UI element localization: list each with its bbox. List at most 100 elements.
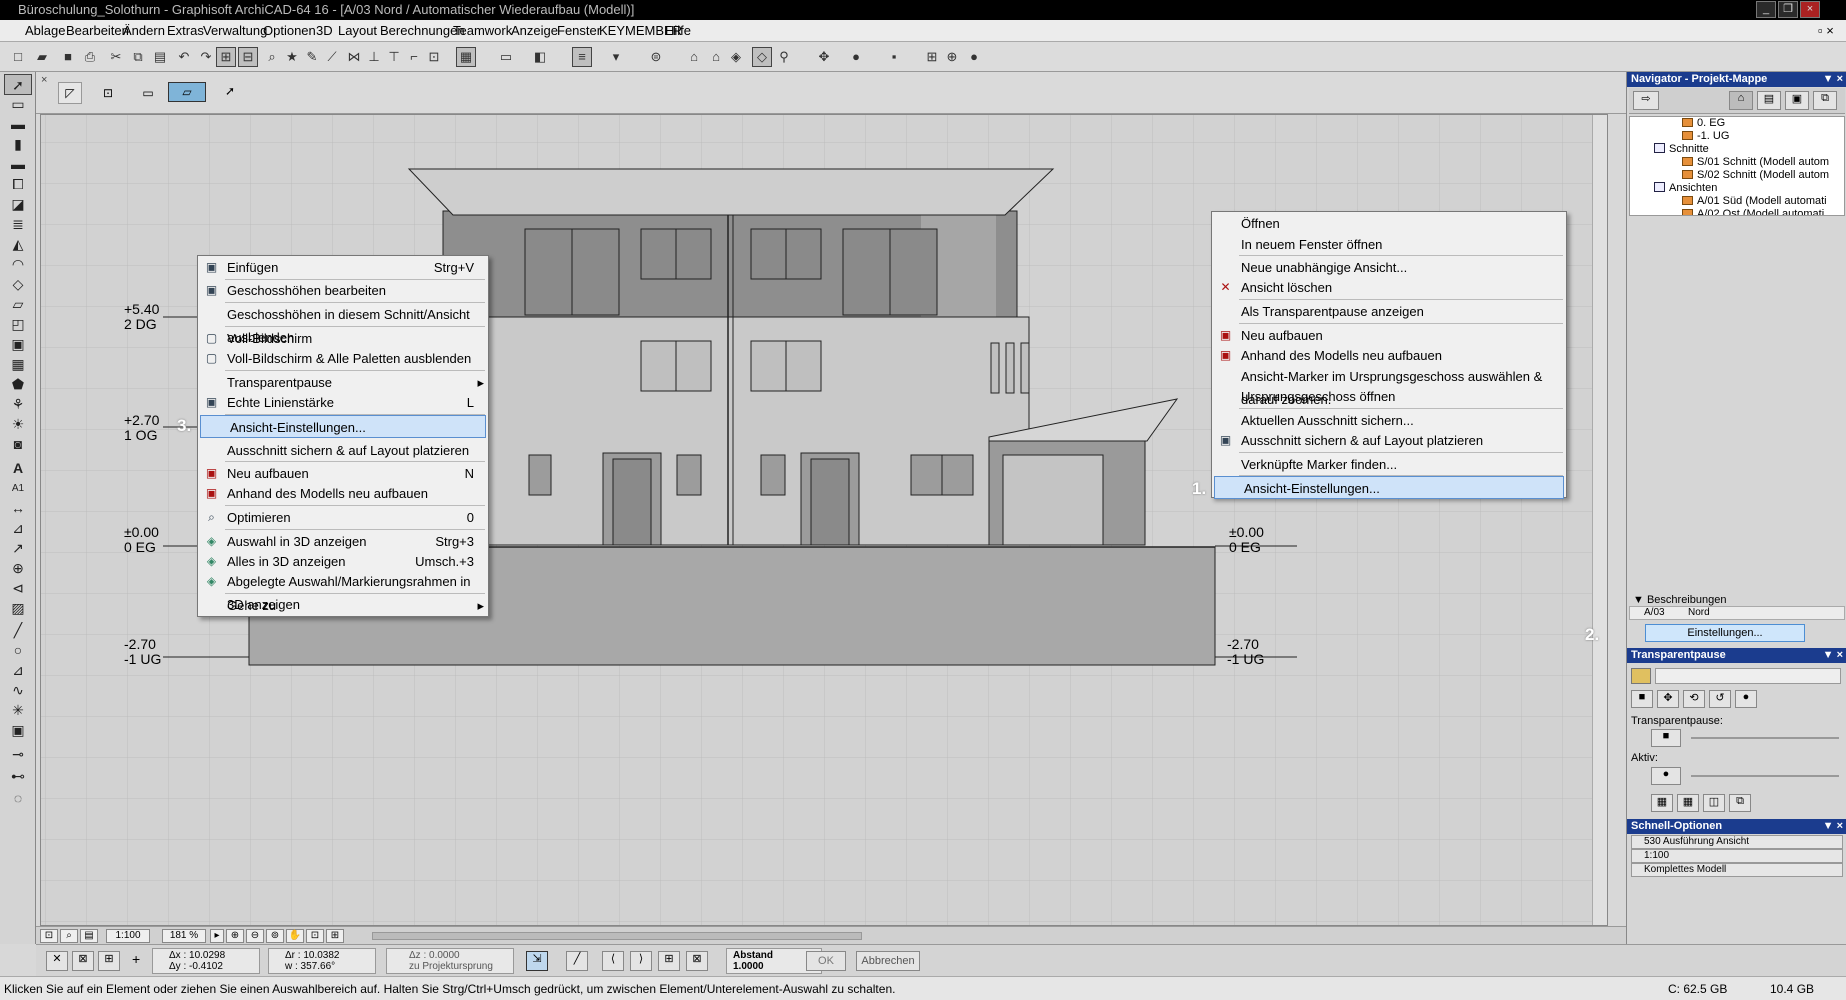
render-icon[interactable]: ● bbox=[846, 47, 866, 67]
pointer-mode-icon[interactable]: ◇ bbox=[752, 47, 772, 67]
trace-option-icon[interactable]: ■ bbox=[1631, 690, 1653, 708]
quick-option-select[interactable]: 530 Ausführung Ansicht bbox=[1631, 835, 1843, 849]
ctxL-item[interactable]: ▣ Geschosshöhen bearbeiten bbox=[198, 279, 488, 302]
menu-layout[interactable]: Layout bbox=[338, 23, 377, 38]
menu-anzeige[interactable]: Anzeige bbox=[511, 23, 558, 38]
camera-icon[interactable]: ▪ bbox=[884, 47, 904, 67]
eyedropper-icon[interactable]: ✎ bbox=[302, 47, 322, 67]
copy-icon[interactable]: ⧉ bbox=[128, 47, 148, 67]
close-button[interactable]: × bbox=[1800, 1, 1820, 18]
menu-berechnungen[interactable]: Berechnungen bbox=[380, 23, 465, 38]
quick-option-select[interactable]: Komplettes Modell bbox=[1631, 863, 1843, 877]
zone-tool-icon[interactable]: ▣ bbox=[4, 334, 32, 355]
gravity-icon[interactable]: ⊠ bbox=[686, 951, 708, 971]
delta-r-field[interactable]: Δr : 10.0382 w : 357.66° bbox=[268, 948, 376, 974]
line-tool-icon[interactable]: ╱ bbox=[4, 620, 32, 641]
floor-plan-icon[interactable]: ▭ bbox=[496, 47, 516, 67]
open-file-icon[interactable]: ▰ bbox=[32, 47, 52, 67]
intersect-icon[interactable]: ⌐ bbox=[404, 47, 424, 67]
window-tool-icon[interactable]: ⧠ bbox=[4, 174, 32, 195]
tree-item[interactable]: 0. EG bbox=[1682, 117, 1725, 129]
ctxL-item[interactable]: Ansicht-Einstellungen... bbox=[200, 415, 486, 438]
trace-compare-icon[interactable]: ● bbox=[1735, 690, 1757, 708]
elevation-tool-icon[interactable]: ⊷ bbox=[4, 766, 32, 787]
tree-item[interactable]: A/02 Ost (Modell automati bbox=[1682, 208, 1824, 215]
nav-fit-icon[interactable]: ⊡ bbox=[40, 929, 58, 943]
ctxR-item[interactable]: Verknüpfte Marker finden... bbox=[1212, 453, 1566, 476]
rotated-rect-icon[interactable]: ▱ bbox=[168, 82, 206, 102]
navigator-mode-icon[interactable]: ⇨ bbox=[1633, 91, 1659, 110]
marquee-tool-icon[interactable]: ▭ bbox=[4, 94, 32, 115]
ctxL-item[interactable]: ▣ Echte Linienstärke L bbox=[198, 391, 488, 414]
tree-item[interactable]: Schnitte bbox=[1654, 143, 1709, 155]
cut-icon[interactable]: ✂ bbox=[106, 47, 126, 67]
zoom-next-icon[interactable]: ⊞ bbox=[326, 929, 344, 943]
menu-hilfe[interactable]: Hilfe bbox=[665, 23, 691, 38]
label-tool-icon[interactable]: A1 bbox=[4, 478, 32, 499]
ctxR-item[interactable]: Ansicht-Einstellungen... bbox=[1214, 476, 1564, 499]
favorites-icon[interactable]: ★ bbox=[282, 47, 302, 67]
arrow-tool-icon[interactable]: ➚ bbox=[4, 74, 32, 95]
tangent-icon[interactable]: ⟩ bbox=[630, 951, 652, 971]
angle-dim-icon[interactable]: ⊲ bbox=[4, 578, 32, 599]
nav-view-icon[interactable]: ▤ bbox=[80, 929, 98, 943]
ctxL-item[interactable]: ▣ Anhand des Modells neu aufbauen bbox=[198, 482, 488, 505]
pan-icon[interactable]: ✋ bbox=[286, 929, 304, 943]
door-tool-icon[interactable]: ◪ bbox=[4, 194, 32, 215]
ctxL-item[interactable]: Ausschnitt sichern & auf Layout platzier… bbox=[198, 439, 488, 462]
trace-d-icon[interactable]: ⧉ bbox=[1729, 794, 1751, 812]
trace-a-icon[interactable]: ▦ bbox=[1651, 794, 1673, 812]
tree-item[interactable]: Ansichten bbox=[1654, 182, 1717, 194]
tree-item[interactable]: S/01 Schnitt (Modell autom bbox=[1682, 156, 1829, 168]
info-close-icon[interactable]: × bbox=[41, 74, 47, 86]
trace-b-icon[interactable]: ▦ bbox=[1677, 794, 1699, 812]
trace-toggle-button[interactable]: ■ bbox=[1651, 729, 1681, 747]
level-dimension-icon[interactable]: ⊿ bbox=[4, 518, 32, 539]
syringe-icon[interactable]: ⟋ bbox=[322, 47, 342, 67]
selection-method-icon[interactable]: ⊡ bbox=[96, 84, 120, 102]
trace-source-field[interactable] bbox=[1655, 668, 1841, 684]
menu-bearbeiten[interactable]: Bearbeiten bbox=[66, 23, 129, 38]
menu-fenster[interactable]: Fenster bbox=[557, 23, 601, 38]
zoom-in-icon[interactable]: ⊕ bbox=[226, 929, 244, 943]
zoom-menu-icon[interactable]: ▸ bbox=[210, 929, 224, 943]
layers-icon[interactable]: ▦ bbox=[456, 47, 476, 67]
rect-select-icon[interactable]: ▭ bbox=[136, 84, 160, 102]
roof-tool-icon[interactable]: ◭ bbox=[4, 234, 32, 255]
menu-ändern[interactable]: Ändern bbox=[123, 23, 165, 38]
active-slider[interactable] bbox=[1691, 775, 1839, 777]
trace-move-icon[interactable]: ✥ bbox=[1657, 690, 1679, 708]
camera-tool-icon[interactable]: ◙ bbox=[4, 434, 32, 455]
adjust-icon[interactable]: ⊤ bbox=[384, 47, 404, 67]
redo-icon[interactable]: ↷ bbox=[196, 47, 216, 67]
dimension-icon[interactable]: ✥ bbox=[814, 47, 834, 67]
polyline-tool-icon[interactable]: ⊿ bbox=[4, 660, 32, 681]
pen-icon[interactable]: ▾ bbox=[606, 47, 626, 67]
ctxR-item[interactable]: ▣ Ausschnitt sichern & auf Layout platzie… bbox=[1212, 429, 1566, 452]
column-tool-icon[interactable]: ▮ bbox=[4, 134, 32, 155]
figure-tool-icon[interactable]: ▣ bbox=[4, 720, 32, 741]
ok-button[interactable]: OK bbox=[806, 951, 846, 971]
menu-verwaltung[interactable]: Verwaltung bbox=[203, 23, 267, 38]
delta-xy-field[interactable]: Δx : 10.0298 Δy : -0.4102 bbox=[152, 948, 260, 974]
layout-book-icon[interactable]: ⊜ bbox=[646, 47, 666, 67]
horizontal-scrollbar[interactable] bbox=[372, 932, 862, 940]
minimize-button[interactable]: _ bbox=[1756, 1, 1776, 18]
align-icon[interactable]: ⊡ bbox=[424, 47, 444, 67]
hotspot-tool-icon[interactable]: ✳ bbox=[4, 700, 32, 721]
menu-teamwork[interactable]: Teamwork bbox=[453, 23, 512, 38]
wall-tool-icon[interactable]: ▬ bbox=[4, 114, 32, 135]
magic-wand-icon[interactable]: ⚲ bbox=[774, 47, 794, 67]
stair-tool-icon[interactable]: ≣ bbox=[4, 214, 32, 235]
3d-window-icon[interactable]: ⌂ bbox=[684, 47, 704, 67]
view-map-icon[interactable]: ▤ bbox=[1757, 91, 1781, 110]
slab-tool-icon[interactable]: ▱ bbox=[4, 294, 32, 315]
tree-item[interactable]: A/01 Süd (Modell automati bbox=[1682, 195, 1827, 207]
cancel-button[interactable]: Abbrechen bbox=[856, 951, 920, 971]
ctxL-item[interactable]: ▣ Einfügen Strg+V bbox=[198, 256, 488, 279]
ctxR-item[interactable]: ✕ Ansicht löschen bbox=[1212, 276, 1566, 299]
coords-grid-icon[interactable]: ⊞ bbox=[98, 951, 120, 971]
publisher-icon[interactable]: ⧉ bbox=[1813, 91, 1837, 110]
skylight-tool-icon[interactable]: ◇ bbox=[4, 274, 32, 295]
dimension-tool-icon[interactable]: ↔ bbox=[4, 498, 32, 519]
